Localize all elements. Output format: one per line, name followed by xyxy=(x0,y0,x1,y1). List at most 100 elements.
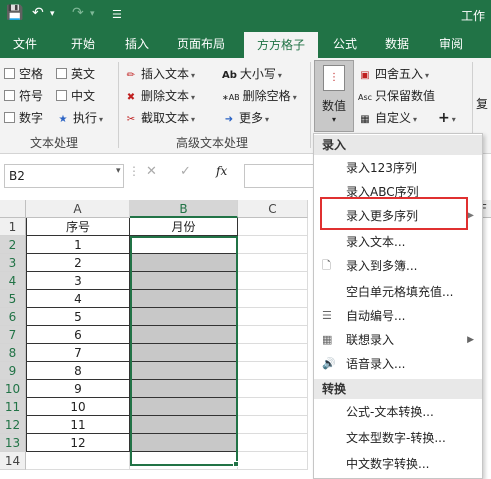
cell-b[interactable] xyxy=(130,308,238,326)
cell-c[interactable] xyxy=(238,398,308,416)
cell-a[interactable]: 6 xyxy=(26,326,130,344)
row-header[interactable]: 2 xyxy=(0,236,26,254)
menu-item-text-number[interactable]: 文本型数字-转换... xyxy=(314,426,482,450)
row-header[interactable]: 8 xyxy=(0,344,26,362)
tab-review[interactable]: 审阅 xyxy=(428,30,474,58)
cell-b[interactable] xyxy=(130,272,238,290)
save-icon[interactable]: 💾 xyxy=(6,5,23,21)
case-button[interactable]: Ab 大小写 ▾ xyxy=(222,64,282,84)
tab-home[interactable]: 开始 xyxy=(56,30,110,58)
cell-b[interactable]: 月份 xyxy=(130,218,238,236)
cell-a[interactable]: 4 xyxy=(26,290,130,308)
cell-a[interactable]: 8 xyxy=(26,362,130,380)
cell-b[interactable] xyxy=(130,362,238,380)
menu-item-auto-number[interactable]: ☰ 自动编号... xyxy=(314,304,482,328)
column-header-a[interactable]: A xyxy=(26,200,130,218)
cell-c[interactable] xyxy=(238,290,308,308)
tab-insert[interactable]: 插入 xyxy=(114,30,160,58)
row-header[interactable]: 13 xyxy=(0,434,26,452)
undo-dropdown-icon[interactable]: ▾ xyxy=(50,9,55,19)
menu-item-fill-blank[interactable]: 空白单元格填充值... xyxy=(314,280,482,304)
menu-item-associate[interactable]: ▦ 联想录入 ▶ xyxy=(314,328,482,352)
checkbox-english[interactable]: 英文 xyxy=(56,64,95,84)
menu-item-multi-book[interactable]: 🗋 录入到多簿... xyxy=(314,254,482,278)
round-button[interactable]: ▣ 四舍五入 ▾ xyxy=(358,64,429,84)
execute-button[interactable]: ★ 执行 ▾ xyxy=(56,108,104,128)
cell-c[interactable] xyxy=(238,236,308,254)
row-header[interactable]: 9 xyxy=(0,362,26,380)
row-header[interactable]: 10 xyxy=(0,380,26,398)
cell-b[interactable] xyxy=(130,254,238,272)
insert-text-button[interactable]: ✏ 插入文本 ▾ xyxy=(124,64,195,84)
checkbox-number[interactable]: 数字 xyxy=(4,108,43,128)
checkbox-symbol[interactable]: 符号 xyxy=(4,86,43,106)
menu-item-input-text[interactable]: 录入文本... xyxy=(314,230,482,254)
cell-b[interactable] xyxy=(130,236,238,254)
cell-a[interactable]: 1 xyxy=(26,236,130,254)
menu-item-chinese-number[interactable]: 中文数字转换... xyxy=(314,452,482,476)
select-all-corner[interactable] xyxy=(0,200,26,218)
row-header[interactable]: 14 xyxy=(0,452,26,470)
copy-button[interactable]: 复 xyxy=(476,94,488,114)
row-header[interactable]: 12 xyxy=(0,416,26,434)
confirm-icon[interactable]: ✓ xyxy=(180,164,191,179)
resize-handle-icon[interactable]: ⋮ xyxy=(128,164,140,178)
delete-text-button[interactable]: ✖ 删除文本 ▾ xyxy=(124,86,195,106)
cell-a[interactable]: 11 xyxy=(26,416,130,434)
cell-b[interactable] xyxy=(130,344,238,362)
extract-text-button[interactable]: ✂ 截取文本 ▾ xyxy=(124,108,195,128)
menu-item-formula-text[interactable]: 公式-文本转换... xyxy=(314,400,482,424)
cell-c[interactable] xyxy=(238,272,308,290)
row-header[interactable]: 4 xyxy=(0,272,26,290)
cell-b[interactable] xyxy=(130,326,238,344)
checkbox-space[interactable]: 空格 xyxy=(4,64,43,84)
cancel-icon[interactable]: ✕ xyxy=(146,164,157,179)
cell-c[interactable] xyxy=(238,452,308,470)
row-header[interactable]: 6 xyxy=(0,308,26,326)
customize-toolbar-icon[interactable]: ☰ xyxy=(112,8,122,21)
cell-c[interactable] xyxy=(238,254,308,272)
cell-c[interactable] xyxy=(238,308,308,326)
cell-b[interactable] xyxy=(130,452,238,470)
name-box[interactable]: B2 xyxy=(4,164,124,188)
redo-icon[interactable]: ↷ xyxy=(72,5,84,21)
function-icon[interactable]: fx xyxy=(216,164,227,178)
cell-c[interactable] xyxy=(238,434,308,452)
cell-a[interactable]: 2 xyxy=(26,254,130,272)
numeric-button[interactable]: ⋮ 数值 ▾ xyxy=(314,60,354,132)
cell-b[interactable] xyxy=(130,398,238,416)
row-header[interactable]: 5 xyxy=(0,290,26,308)
menu-item-123[interactable]: 录入123序列 xyxy=(314,156,482,180)
cell-c[interactable] xyxy=(238,362,308,380)
tab-data[interactable]: 数据 xyxy=(374,30,420,58)
cell-a[interactable]: 12 xyxy=(26,434,130,452)
row-header[interactable]: 11 xyxy=(0,398,26,416)
cell-a[interactable]: 9 xyxy=(26,380,130,398)
cell-a[interactable]: 3 xyxy=(26,272,130,290)
tab-fangfang[interactable]: 方方格子 xyxy=(244,32,318,58)
tab-file[interactable]: 文件 xyxy=(0,30,50,58)
cell-a[interactable]: 7 xyxy=(26,344,130,362)
cell-c[interactable] xyxy=(238,326,308,344)
cell-a[interactable] xyxy=(26,452,130,470)
menu-item-voice[interactable]: 🔊 语音录入... xyxy=(314,352,482,376)
cell-c[interactable] xyxy=(238,218,308,236)
checkbox-chinese[interactable]: 中文 xyxy=(56,86,95,106)
cell-c[interactable] xyxy=(238,380,308,398)
keep-values-button[interactable]: Asc 只保留数值 xyxy=(358,86,435,106)
row-header[interactable]: 7 xyxy=(0,326,26,344)
column-header-c[interactable]: C xyxy=(238,200,308,218)
formula-input[interactable] xyxy=(244,164,314,188)
tab-formulas[interactable]: 公式 xyxy=(322,30,368,58)
redo-dropdown-icon[interactable]: ▾ xyxy=(90,9,95,19)
cell-a[interactable]: 5 xyxy=(26,308,130,326)
cell-c[interactable] xyxy=(238,344,308,362)
cell-b[interactable] xyxy=(130,434,238,452)
custom-button[interactable]: ▦ 自定义 ▾ xyxy=(358,108,417,128)
add-button[interactable]: + ▾ xyxy=(438,108,456,128)
column-header-b[interactable]: B xyxy=(130,200,238,218)
more-button[interactable]: ➜ 更多 ▾ xyxy=(222,108,269,128)
cell-a[interactable]: 10 xyxy=(26,398,130,416)
cell-c[interactable] xyxy=(238,416,308,434)
cell-b[interactable] xyxy=(130,416,238,434)
